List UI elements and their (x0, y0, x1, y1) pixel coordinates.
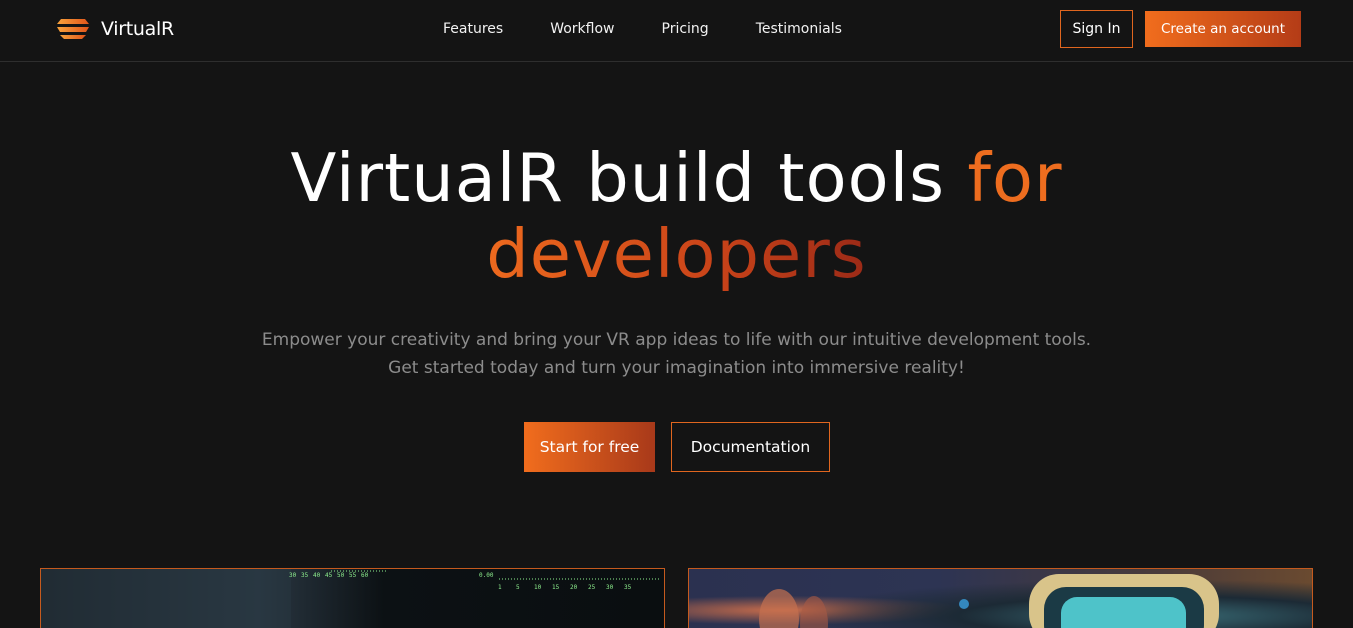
hero-cta-group: Start for free Documentation (524, 422, 830, 472)
ruler-label: 1 (498, 584, 502, 591)
hero-title-accent-developers: developers (486, 215, 867, 293)
tick-label: 60 (361, 572, 369, 579)
hero-subtitle-line-2: Get started today and turn your imaginat… (388, 358, 965, 378)
hero-title-accent-for: for (967, 139, 1063, 217)
ruler-label: 15 (552, 584, 560, 591)
ruler-label: 20 (570, 584, 578, 591)
ruler-label: 25 (588, 584, 596, 591)
brand-name: VirtualR (101, 18, 174, 40)
tick-label: 45 (325, 572, 333, 579)
hero-subtitle: Empower your creativity and bring your V… (0, 326, 1353, 382)
tick-label: 50 (337, 572, 345, 579)
tick-label: 35 (301, 572, 309, 579)
ruler-label: 10 (534, 584, 542, 591)
nav-link-pricing[interactable]: Pricing (662, 19, 709, 39)
brand-logo[interactable]: VirtualR (55, 16, 174, 42)
documentation-button[interactable]: Documentation (671, 422, 830, 472)
stacked-layers-icon (57, 19, 89, 39)
start-for-free-button[interactable]: Start for free (524, 422, 655, 472)
ruler-label: 5 (516, 584, 520, 591)
tick-label: 55 (349, 572, 357, 579)
vr-headset-image (759, 574, 1219, 628)
hero-image-vr-headset (688, 568, 1313, 628)
code-editor-image: 30 35 40 45 50 55 60 0.001 5 10 15 20 25 30 35 (41, 569, 661, 628)
nav-link-features[interactable]: Features (443, 19, 503, 39)
ruler-label: 35 (624, 584, 632, 591)
navbar: VirtualR Features Workflow Pricing Testi… (0, 0, 1353, 62)
hero-title: VirtualR build tools for developers (0, 140, 1353, 292)
hero-image-code-editor: 30 35 40 45 50 55 60 0.00 1 5 10 15 20 25 30 35 (40, 568, 665, 628)
tick-label: 30 (289, 572, 297, 579)
hero-subtitle-line-1: Empower your creativity and bring your V… (261, 330, 1092, 350)
create-account-button[interactable]: Create an account (1145, 11, 1301, 47)
readout-value: 0.00 (479, 572, 494, 579)
sign-in-button[interactable]: Sign In (1060, 10, 1133, 48)
nav-link-testimonials[interactable]: Testimonials (756, 19, 842, 39)
main-nav: Features Workflow Pricing Testimonials (443, 19, 842, 39)
hero-title-plain: VirtualR build tools (290, 139, 968, 217)
nav-link-workflow[interactable]: Workflow (550, 19, 614, 39)
tick-label: 40 (313, 572, 321, 579)
ruler-label: 30 (606, 584, 614, 591)
